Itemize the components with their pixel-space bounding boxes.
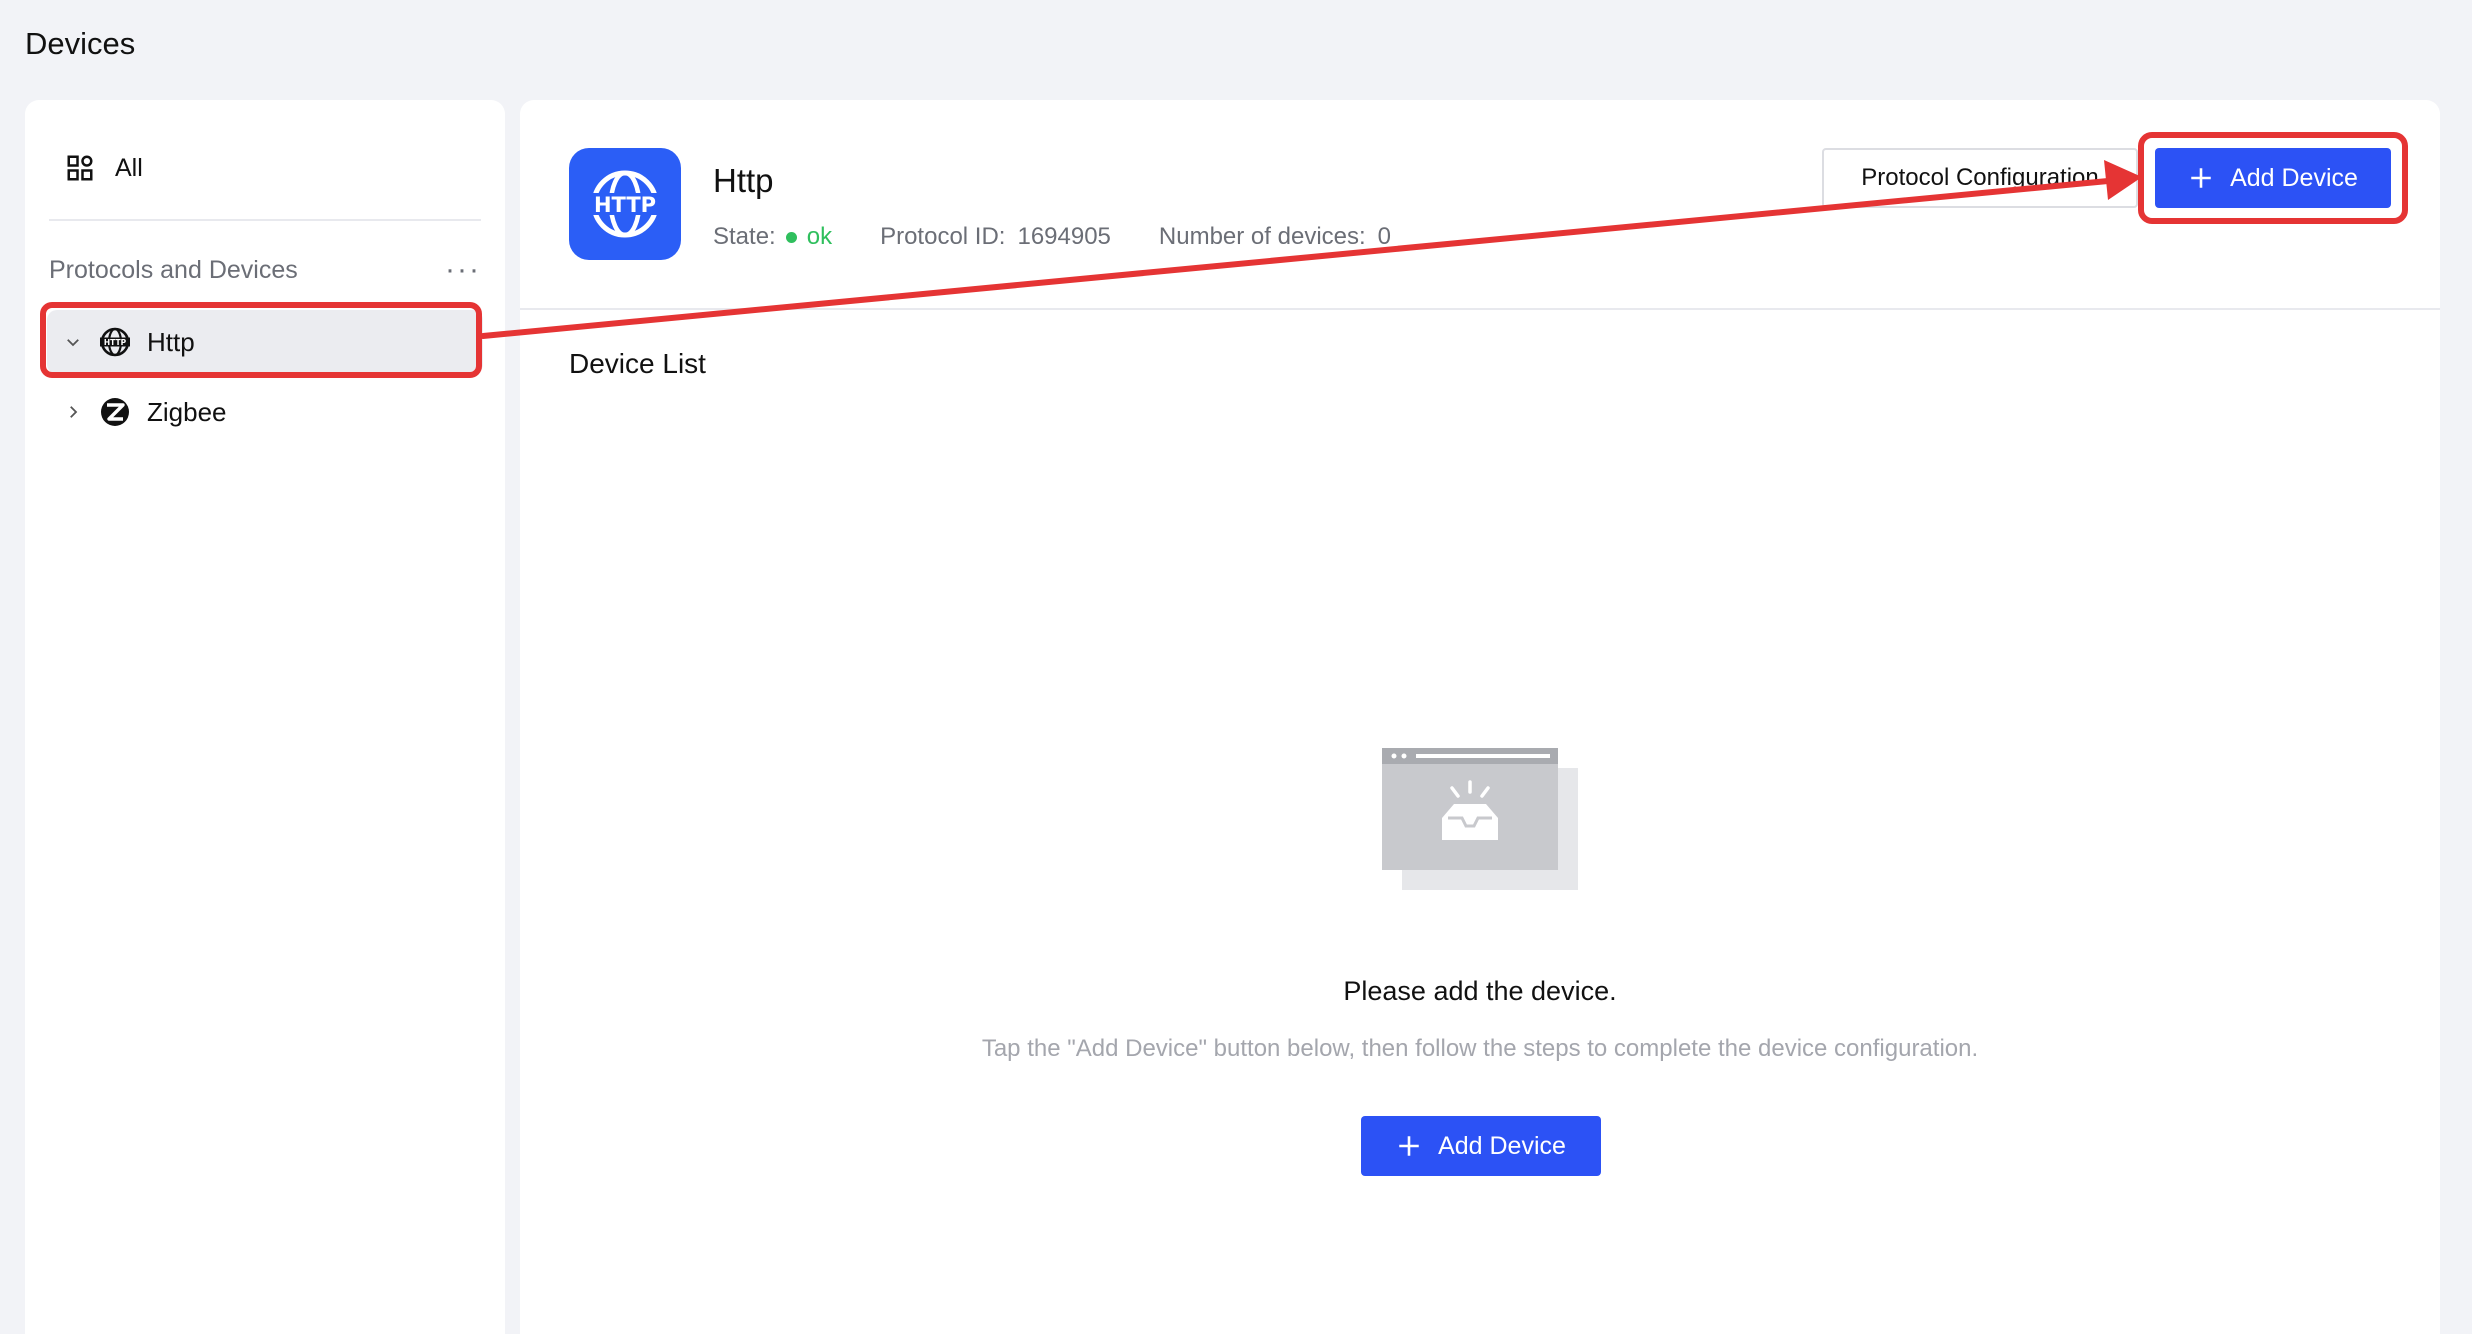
sidebar-item-label: All: [115, 153, 143, 182]
sidebar: All Protocols and Devices ··· HTTP Http: [25, 100, 505, 1334]
logo-text: HTTP: [594, 193, 656, 217]
state-value: ok: [806, 223, 833, 250]
state-info: State: ok: [713, 223, 832, 251]
more-options-icon[interactable]: ···: [445, 255, 481, 285]
sidebar-item-all[interactable]: All: [65, 148, 143, 188]
status-dot-icon: [785, 231, 797, 243]
device-count-info: Number of devices: 0: [1159, 223, 1391, 251]
section-label: Protocols and Devices: [49, 255, 298, 284]
empty-state-description: Tap the "Add Device" button below, then …: [981, 1035, 1979, 1062]
protocol-id-value: 1694905: [1017, 223, 1111, 250]
chevron-right-icon[interactable]: [53, 403, 93, 421]
state-label: State:: [713, 223, 776, 250]
sidebar-item-zigbee[interactable]: Zigbee: [47, 380, 483, 444]
add-device-empty-button[interactable]: Add Device: [1361, 1116, 1601, 1176]
protocol-configuration-button[interactable]: Protocol Configuration: [1822, 148, 2138, 208]
sidebar-item-label: Zigbee: [147, 396, 227, 427]
protocol-meta: State: ok Protocol ID: 1694905 Number of…: [713, 219, 1439, 255]
add-device-label: Add Device: [1438, 1131, 1566, 1160]
protocol-detail-panel: HTTP Http State: ok Protocol ID: 1694905…: [520, 100, 2440, 1334]
annotation-highlight-http: [40, 302, 482, 378]
grid-icon: [67, 155, 93, 181]
annotation-highlight-add-device: [2138, 132, 2408, 224]
device-count-label: Number of devices:: [1158, 223, 1366, 250]
plus-icon: [1399, 1136, 1419, 1156]
protocol-name: Http: [713, 162, 774, 199]
page-title: Devices: [25, 26, 136, 61]
header-divider: [520, 308, 2440, 310]
device-count-value: 0: [1377, 223, 1392, 250]
devices-page: Devices All Protocols and Devices ··· HT…: [0, 0, 2472, 1334]
protocols-section-header: Protocols and Devices ···: [49, 250, 481, 290]
protocol-id-label: Protocol ID:: [880, 223, 1006, 250]
empty-inbox-icon: [1382, 748, 1578, 890]
http-logo-icon: HTTP: [569, 148, 681, 260]
sidebar-divider: [49, 219, 481, 221]
protocol-id-info: Protocol ID: 1694905: [880, 223, 1111, 251]
device-list-title: Device List: [569, 348, 706, 379]
zigbee-icon: [101, 398, 129, 426]
empty-state-title: Please add the device.: [1343, 976, 1617, 1006]
